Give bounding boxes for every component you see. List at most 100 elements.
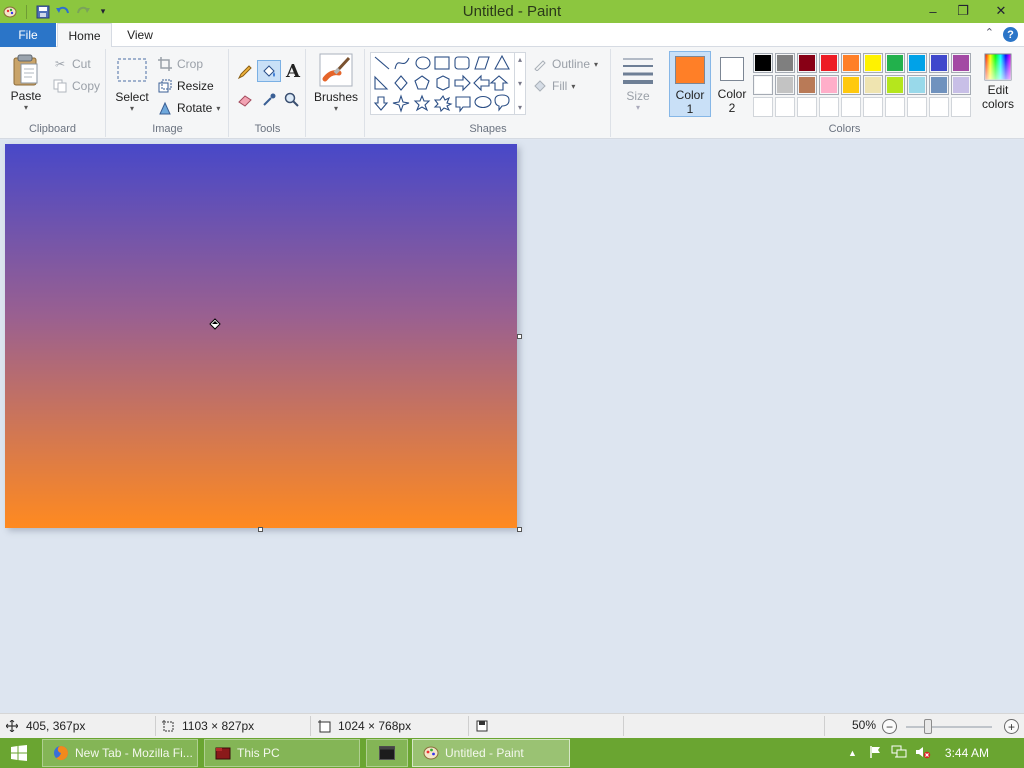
palette-swatch[interactable]	[951, 75, 971, 95]
brushes-button[interactable]: Brushes ▾	[313, 53, 359, 113]
zoom-in-button[interactable]: +	[1004, 719, 1019, 734]
palette-swatch[interactable]	[929, 53, 949, 73]
resize-label: Resize	[177, 79, 214, 93]
palette-swatch[interactable]	[885, 75, 905, 95]
shapes-gallery-scroll[interactable]: ▴ ▾ ▾	[514, 52, 526, 115]
palette-swatch[interactable]	[775, 75, 795, 95]
line-size-icon	[623, 58, 653, 84]
palette-swatch[interactable]	[863, 75, 883, 95]
palette-swatch[interactable]	[929, 75, 949, 95]
taskbar-item-this-pc[interactable]: This PC	[204, 739, 360, 767]
palette-swatch-empty[interactable]	[819, 97, 839, 117]
zoom-slider[interactable]	[906, 726, 992, 728]
outline-dropdown-icon[interactable]: ▾	[594, 60, 598, 69]
start-button[interactable]	[0, 738, 38, 768]
taskbar-item-paint[interactable]: Untitled - Paint	[412, 739, 570, 767]
status-separator	[468, 716, 469, 736]
brushes-group: Brushes ▾	[307, 49, 365, 137]
fill-button[interactable]: Fill ▾	[532, 77, 575, 95]
restore-button[interactable]: ❐	[948, 0, 978, 22]
palette-swatch[interactable]	[819, 53, 839, 73]
drawing-canvas[interactable]	[5, 144, 517, 528]
edit-colors-button[interactable]: Edit colors	[975, 53, 1021, 111]
canvas-resize-handle-right[interactable]	[517, 334, 522, 339]
taskbar-item-terminal[interactable]	[366, 739, 408, 767]
palette-swatch[interactable]	[907, 75, 927, 95]
action-center-flag-icon[interactable]	[869, 745, 883, 762]
image-size: 1024 × 768px	[316, 718, 411, 734]
palette-swatch[interactable]	[907, 53, 927, 73]
scroll-up-icon[interactable]: ▴	[518, 55, 522, 64]
palette-swatch[interactable]	[753, 75, 773, 95]
palette-swatch[interactable]	[841, 53, 861, 73]
select-button[interactable]: Select ▾	[113, 57, 151, 113]
palette-swatch[interactable]	[863, 53, 883, 73]
canvas-resize-handle-corner[interactable]	[517, 527, 522, 532]
magnifier-icon[interactable]	[283, 91, 301, 109]
tab-home[interactable]: Home	[57, 23, 112, 48]
size-label: Size	[626, 89, 650, 103]
fill-bucket-icon[interactable]	[257, 60, 281, 82]
crop-button[interactable]: Crop	[157, 55, 203, 73]
palette-swatch[interactable]	[753, 53, 773, 73]
size-dropdown-icon[interactable]: ▾	[636, 103, 640, 112]
palette-swatch-empty[interactable]	[929, 97, 949, 117]
color1-button[interactable]: Color 1	[669, 51, 711, 117]
palette-swatch[interactable]	[819, 75, 839, 95]
palette-swatch[interactable]	[797, 53, 817, 73]
select-label: Select	[115, 90, 149, 104]
paste-dropdown-icon[interactable]: ▾	[24, 103, 28, 112]
select-dropdown-icon[interactable]: ▾	[130, 104, 134, 113]
close-button[interactable]: ✕	[978, 0, 1024, 22]
zoom-out-button[interactable]: −	[882, 719, 897, 734]
selection-size-text: 1103 × 827px	[182, 719, 255, 733]
rotate-button[interactable]: Rotate ▾	[157, 99, 220, 117]
taskbar-item-firefox[interactable]: New Tab - Mozilla Fi...	[42, 739, 198, 767]
text-tool-icon[interactable]: A	[284, 61, 302, 82]
palette-swatch-empty[interactable]	[775, 97, 795, 117]
clock[interactable]: 3:44 AM	[945, 746, 989, 760]
pencil-icon[interactable]	[236, 63, 254, 81]
scroll-down-icon[interactable]: ▾	[518, 79, 522, 88]
collapse-ribbon-icon[interactable]: ⌃	[985, 26, 994, 39]
canvas-resize-handle-bottom[interactable]	[258, 527, 263, 532]
cut-button[interactable]: ✂ Cut	[52, 55, 91, 73]
size-button[interactable]: Size ▾	[618, 55, 658, 112]
show-hidden-icons-icon[interactable]: ▲	[848, 748, 857, 758]
paste-button[interactable]: Paste ▾	[6, 53, 46, 112]
minimize-button[interactable]: –	[918, 0, 948, 22]
fill-dropdown-icon[interactable]: ▾	[571, 82, 575, 91]
canvas-workspace[interactable]	[0, 140, 1024, 713]
palette-swatch-empty[interactable]	[841, 97, 861, 117]
network-icon[interactable]	[891, 745, 907, 762]
palette-swatch-empty[interactable]	[885, 97, 905, 117]
rotate-dropdown-icon[interactable]: ▾	[216, 104, 220, 113]
palette-swatch-empty[interactable]	[753, 97, 773, 117]
palette-swatch[interactable]	[775, 53, 795, 73]
help-icon[interactable]: ?	[1003, 27, 1018, 42]
zoom-slider-thumb[interactable]	[923, 719, 932, 734]
color2-button[interactable]: Color 2	[713, 55, 751, 115]
palette-swatch[interactable]	[885, 53, 905, 73]
outline-button[interactable]: Outline ▾	[532, 55, 598, 73]
colors-group-label: Colors	[828, 123, 861, 135]
brushes-dropdown-icon[interactable]: ▾	[334, 104, 338, 113]
copy-button[interactable]: Copy	[52, 77, 100, 95]
tab-view[interactable]: View	[116, 23, 164, 47]
colors-group: Color 1 Color 2 Edit colors Colors	[665, 49, 1024, 137]
palette-swatch-empty[interactable]	[797, 97, 817, 117]
palette-swatch[interactable]	[797, 75, 817, 95]
volume-muted-icon[interactable]	[915, 745, 931, 762]
palette-swatch-empty[interactable]	[951, 97, 971, 117]
resize-button[interactable]: Resize	[157, 77, 214, 95]
palette-swatch-empty[interactable]	[907, 97, 927, 117]
paint-icon	[423, 746, 439, 760]
tab-file[interactable]: File	[0, 23, 56, 47]
eraser-icon[interactable]	[236, 91, 254, 109]
palette-swatch-empty[interactable]	[863, 97, 883, 117]
gallery-expand-icon[interactable]: ▾	[518, 103, 522, 112]
color-picker-icon[interactable]	[260, 91, 278, 109]
palette-swatch[interactable]	[951, 53, 971, 73]
status-separator	[623, 716, 624, 736]
palette-swatch[interactable]	[841, 75, 861, 95]
